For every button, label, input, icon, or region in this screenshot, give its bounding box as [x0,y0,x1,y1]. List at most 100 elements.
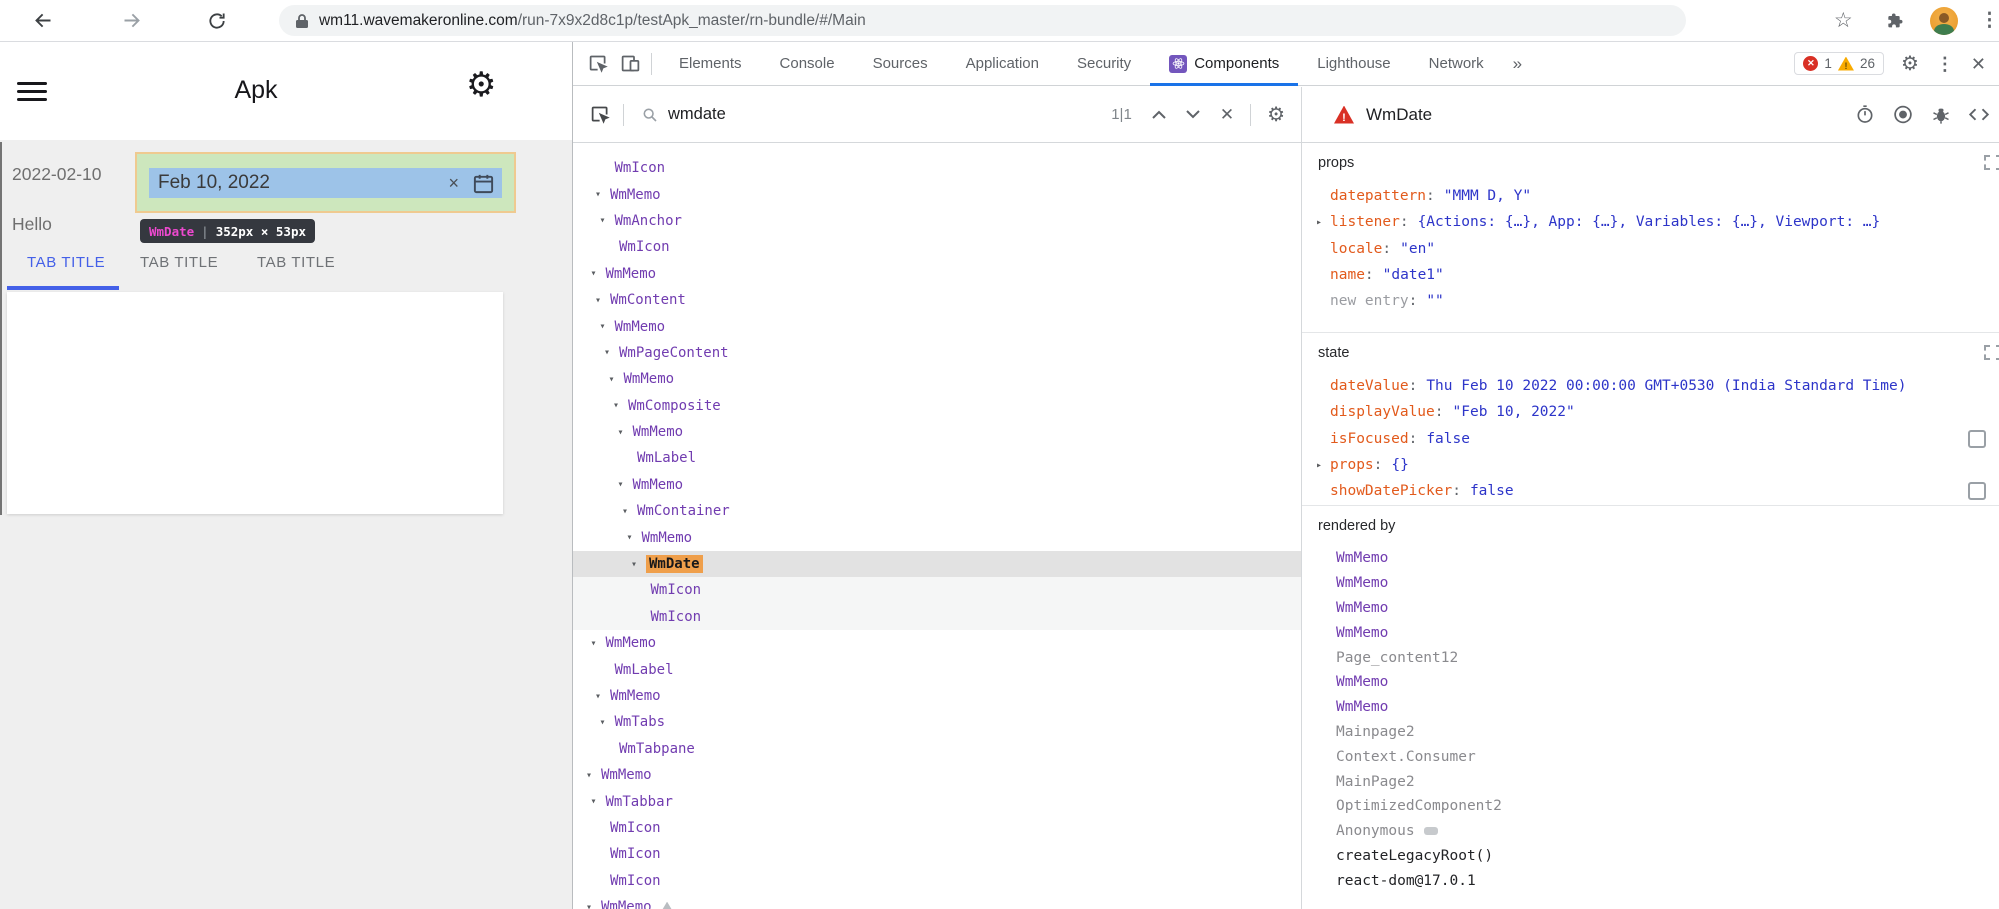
tree-row[interactable]: ▾WmMemo [573,894,1301,909]
rendered-by-item[interactable]: WmMemo [1302,571,1999,596]
expand-arrow-icon[interactable]: ▾ [595,295,610,306]
app-tab-2[interactable]: TAB TITLE [140,254,218,271]
rendered-by-item[interactable]: Context.Consumer [1302,744,1999,769]
inspect-element-icon[interactable] [585,51,611,77]
rendered-by-item[interactable]: OptimizedComponent2 [1302,794,1999,819]
debug-bug-icon[interactable] [1931,104,1951,125]
devtools-tab-network[interactable]: Network [1410,42,1503,86]
expand-arrow-icon[interactable]: ▾ [618,479,633,490]
tree-row[interactable]: ▾WmMemo [573,683,1301,709]
rendered-by-item[interactable]: react-dom@17.0.1 [1302,868,1999,893]
expand-arrow-icon[interactable]: ▾ [595,189,610,200]
expand-arrow-icon[interactable]: ▾ [627,532,642,543]
kv-value[interactable]: "en" [1400,241,1435,257]
tree-row[interactable]: ▾WmContent [573,287,1301,313]
more-tabs-icon[interactable]: » [1503,54,1532,74]
tree-row[interactable]: ▾WmMemo [573,419,1301,445]
rendered-by-item[interactable]: WmMemo [1302,596,1999,621]
tree-row[interactable]: ▾WmMemo [573,472,1301,498]
devtools-tab-security[interactable]: Security [1058,42,1150,86]
expand-arrow-icon[interactable]: ▾ [609,374,624,385]
next-match-icon[interactable] [1186,110,1200,119]
forward-icon[interactable] [120,9,144,33]
tree-row[interactable]: WmIcon [573,868,1301,894]
kv-value[interactable]: "" [1426,293,1443,309]
kv-row-locale[interactable]: locale:"en" [1302,236,1999,262]
kv-value[interactable]: false [1426,431,1470,447]
tree-row[interactable]: ▾WmDate [573,551,1301,577]
tree-row[interactable]: WmIcon [573,604,1301,630]
tree-row[interactable]: ▾WmMemo [573,366,1301,392]
tree-row[interactable]: ▾WmMemo [573,762,1301,788]
copy-state-icon[interactable] [1984,345,1999,360]
address-bar[interactable]: wm11.wavemakeronline.com/run-7x9x2d8c1p/… [279,5,1686,36]
clear-search-icon[interactable]: ✕ [1220,105,1234,125]
tree-row[interactable]: WmIcon [573,577,1301,603]
tree-row[interactable]: ▾WmComposite [573,393,1301,419]
inspect-dom-eye-icon[interactable] [1892,104,1914,125]
kv-value[interactable]: {Actions: {…}, App: {…}, Variables: {…},… [1418,214,1881,230]
tree-row[interactable]: WmTabpane [573,736,1301,762]
kv-value[interactable]: {} [1391,457,1408,473]
expand-arrow-icon[interactable]: ▾ [613,400,628,411]
tree-row[interactable]: WmIcon [573,815,1301,841]
tree-row[interactable]: ▾WmContainer [573,498,1301,524]
app-settings-gear-icon[interactable]: ⚙ [466,68,496,102]
expand-arrow-icon[interactable]: ▾ [618,427,633,438]
devtools-tab-components[interactable]: Components [1150,42,1298,86]
device-toolbar-icon[interactable] [617,51,643,77]
kv-row-listener[interactable]: ▸listener:{Actions: {…}, App: {…}, Varia… [1302,209,1999,235]
expand-arrow-icon[interactable]: ▾ [595,691,610,702]
tree-row[interactable]: WmIcon [573,234,1301,260]
devtools-tab-sources[interactable]: Sources [854,42,947,86]
rendered-by-item[interactable]: WmMemo [1302,620,1999,645]
kv-value[interactable]: Thu Feb 10 2022 00:00:00 GMT+0530 (India… [1426,378,1906,394]
tree-row[interactable]: ▾WmPageContent [573,340,1301,366]
kv-row-dateValue[interactable]: dateValue:Thu Feb 10 2022 00:00:00 GMT+0… [1302,373,1999,399]
tree-row[interactable]: ▾WmAnchor [573,208,1301,234]
tree-row[interactable]: WmLabel [573,656,1301,682]
expand-arrow-icon[interactable]: ▾ [631,559,646,570]
rendered-by-item[interactable]: MainPage2 [1302,769,1999,794]
tree-row[interactable]: WmLabel [573,445,1301,471]
calendar-icon[interactable] [472,172,495,195]
rendered-by-item[interactable]: Mainpage2 [1302,720,1999,745]
value-checkbox[interactable] [1968,430,1986,448]
browser-menu-icon[interactable]: ⋮ [1980,11,1999,30]
expand-arrow-icon[interactable]: ▾ [591,638,606,649]
devtools-tab-lighthouse[interactable]: Lighthouse [1298,42,1409,86]
tree-row[interactable]: ▾WmMemo [573,630,1301,656]
view-source-code-icon[interactable] [1968,104,1990,125]
tree-row[interactable]: ▾WmMemo [573,261,1301,287]
date-clear-icon[interactable]: × [448,173,459,194]
expand-arrow-icon[interactable]: ▸ [1316,460,1330,471]
copy-props-icon[interactable] [1984,155,1999,170]
kv-value[interactable]: "MMM D, Y" [1444,188,1531,204]
tree-row[interactable]: ▾WmMemo [573,313,1301,339]
rendered-by-item[interactable]: createLegacyRoot() [1302,844,1999,869]
date-input[interactable]: Feb 10, 2022 × [149,168,502,198]
devtools-settings-gear-icon[interactable]: ⚙ [1901,54,1919,74]
kv-value[interactable]: false [1470,483,1514,499]
kv-value[interactable]: "Feb 10, 2022" [1453,404,1575,420]
components-settings-gear-icon[interactable]: ⚙ [1267,102,1285,127]
devtools-tab-application[interactable]: Application [947,42,1058,86]
kv-row-showDatePicker[interactable]: showDatePicker:false [1302,478,1999,504]
expand-arrow-icon[interactable]: ▾ [586,902,601,909]
bookmark-star-icon[interactable]: ☆ [1834,10,1853,31]
previous-match-icon[interactable] [1152,110,1166,119]
select-component-icon[interactable] [587,102,613,128]
expand-arrow-icon[interactable]: ▾ [591,268,606,279]
profile-avatar[interactable] [1930,7,1958,35]
tree-row[interactable]: ▾WmMemo [573,524,1301,550]
expand-arrow-icon[interactable]: ▾ [604,347,619,358]
devtools-menu-icon[interactable]: ⋮ [1936,55,1954,73]
expand-arrow-icon[interactable]: ▾ [591,796,606,807]
tree-row[interactable]: ▾WmTabbar [573,788,1301,814]
devtools-tab-console[interactable]: Console [761,42,854,86]
console-status-badge[interactable]: ✕ 1 ! 26 [1794,52,1884,75]
tree-row[interactable]: ▾WmTabs [573,709,1301,735]
rendered-by-item[interactable]: Page_content12 [1302,645,1999,670]
component-search-input[interactable] [668,105,1008,124]
suspense-timer-icon[interactable] [1855,104,1875,125]
